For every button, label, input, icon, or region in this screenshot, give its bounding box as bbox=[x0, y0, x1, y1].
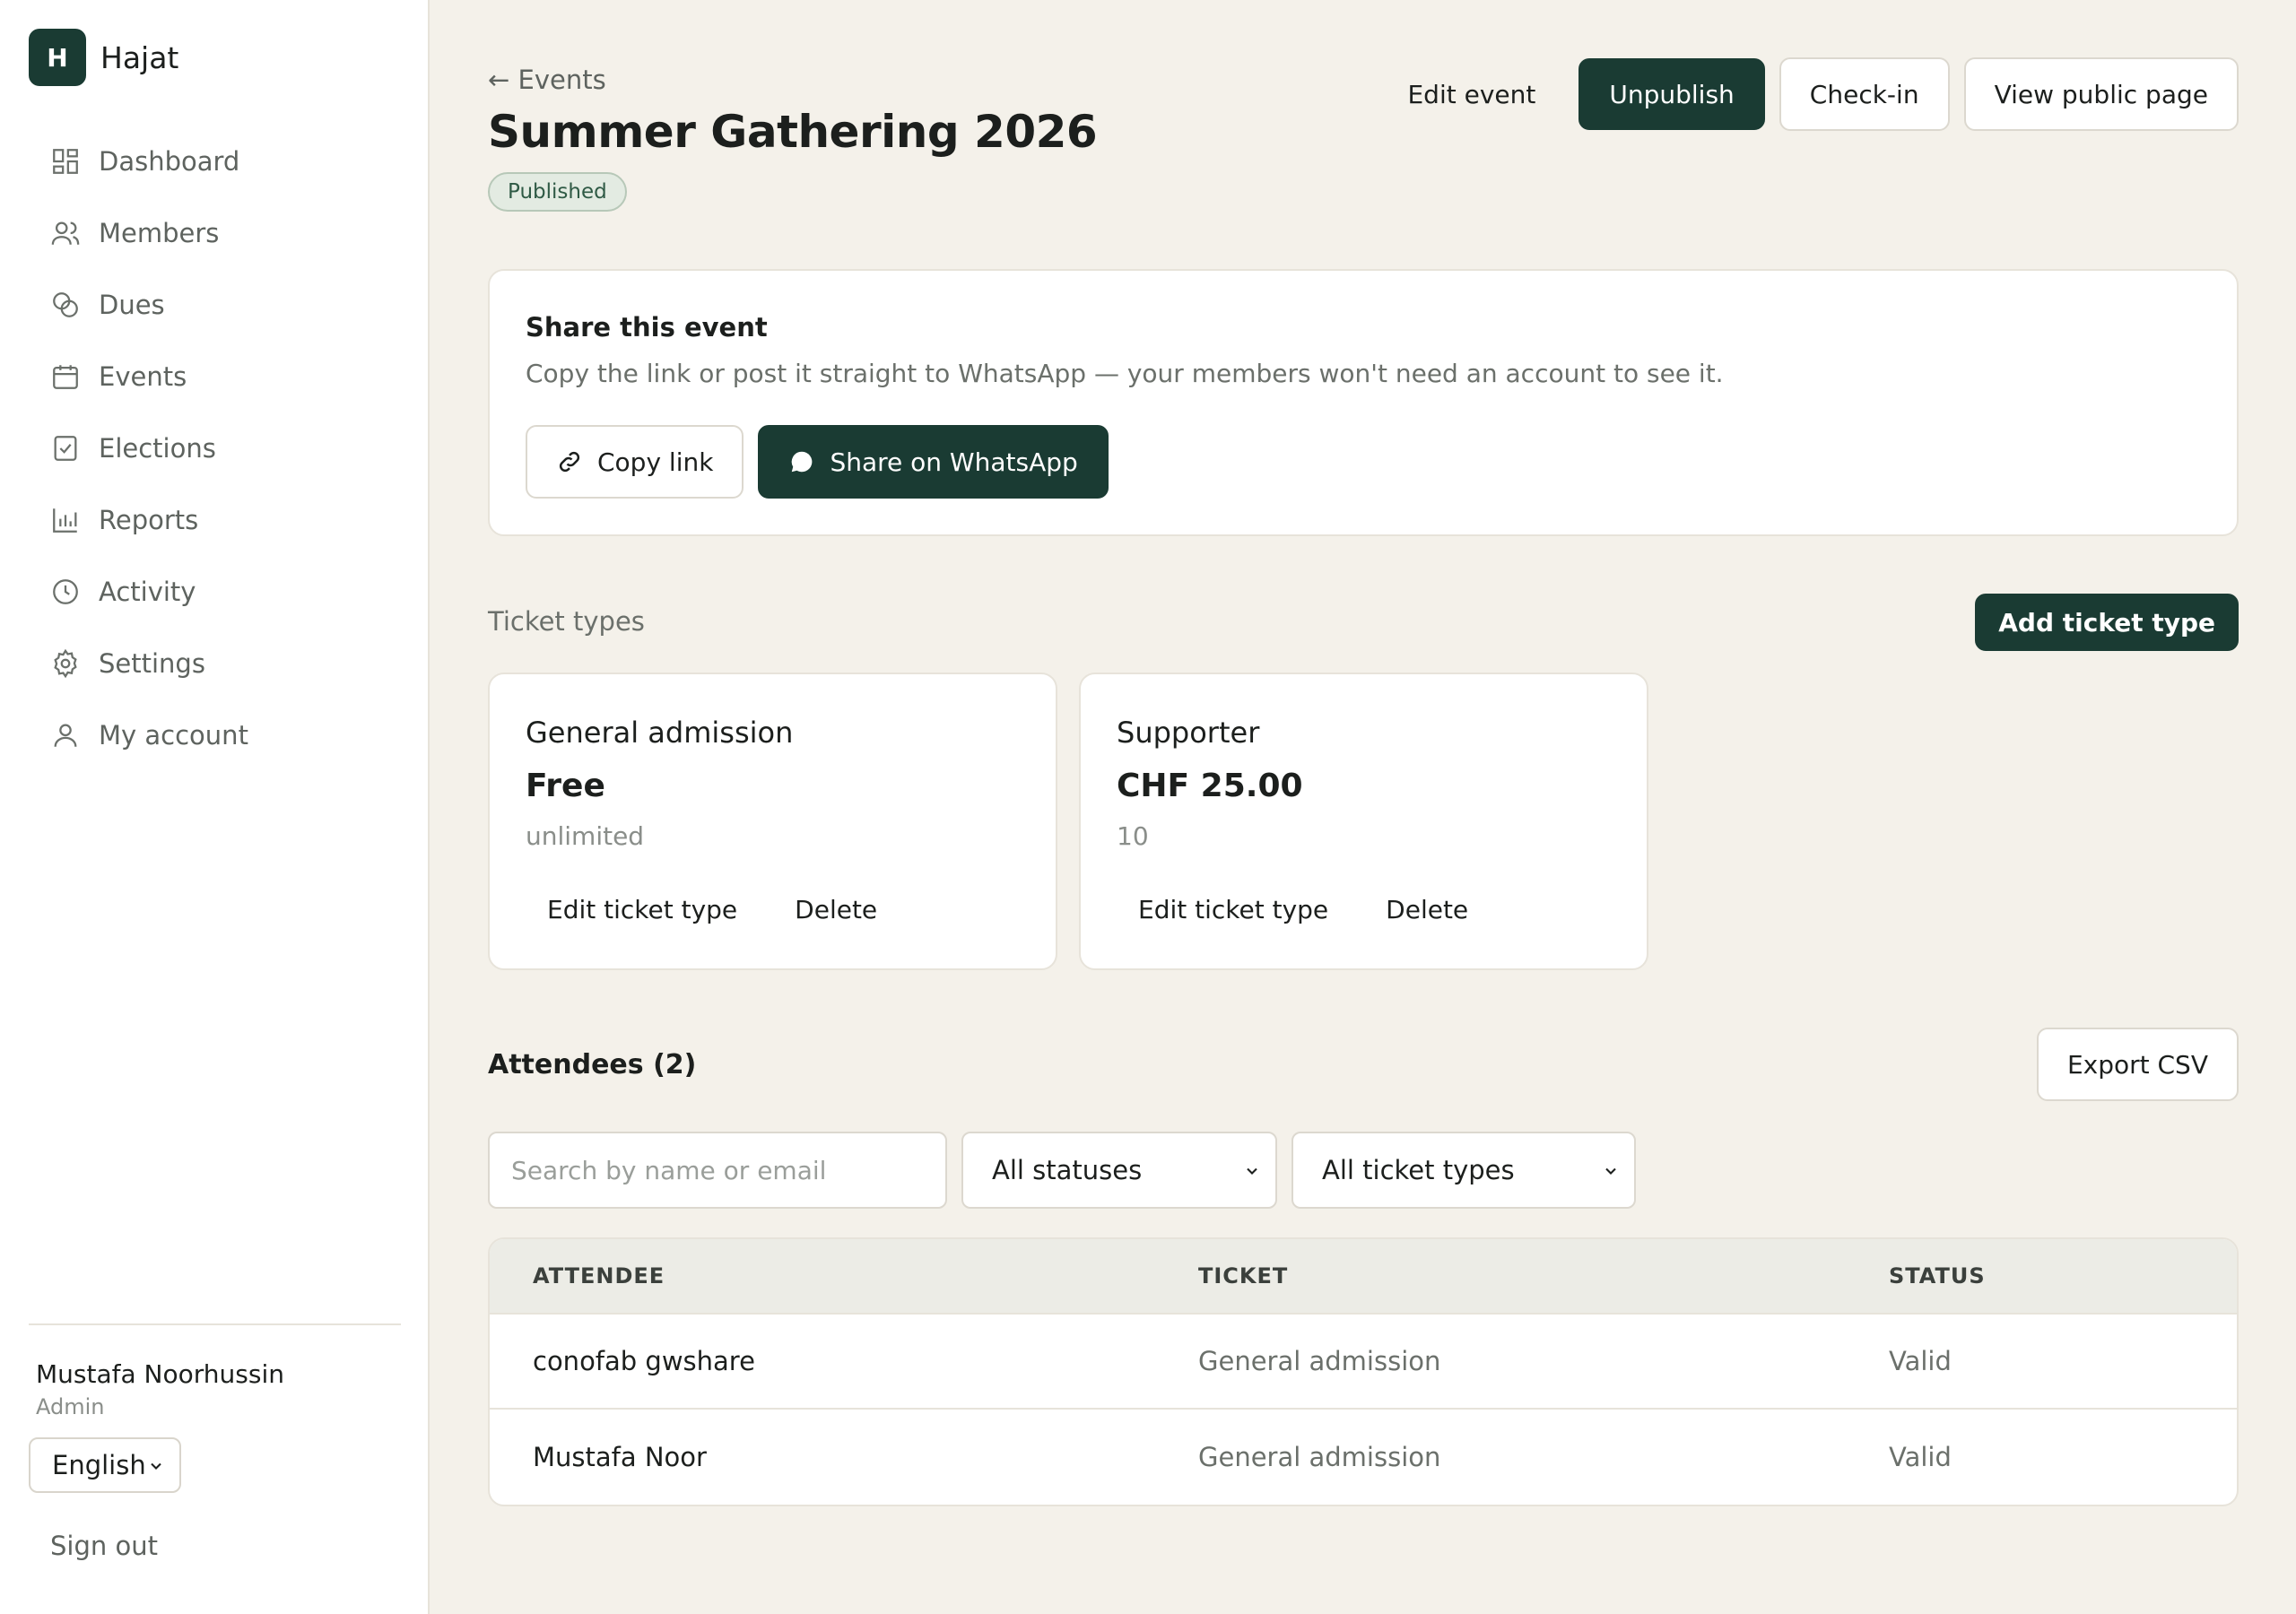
dues-icon bbox=[53, 292, 78, 317]
ticket-price: Free bbox=[526, 768, 605, 804]
copy-link-button[interactable]: Copy link bbox=[526, 425, 744, 499]
clock-icon bbox=[53, 579, 78, 604]
share-whatsapp-label: Share on WhatsApp bbox=[830, 447, 1078, 477]
chevron-down-icon bbox=[1605, 1167, 1616, 1175]
sidebar-footer: Mustafa Noorhussin Admin English Sign ou… bbox=[29, 1323, 401, 1561]
brand-logo: H bbox=[29, 29, 86, 86]
delete-ticket-type-button[interactable]: Delete bbox=[773, 882, 899, 936]
attendee-status: Valid bbox=[1889, 1346, 1952, 1376]
sidebar-item-label: Elections bbox=[99, 433, 216, 464]
gear-icon bbox=[54, 648, 77, 679]
sidebar-nav: Dashboard Members Dues Events Elections … bbox=[29, 126, 401, 771]
view-public-page-button[interactable]: View public page bbox=[1963, 57, 2239, 131]
sidebar: H Hajat Dashboard Members Dues Events El… bbox=[0, 0, 430, 1614]
ballot-icon bbox=[54, 436, 77, 461]
attendees-heading: Attendees (2) bbox=[488, 1049, 697, 1080]
sidebar-item-label: Dashboard bbox=[99, 146, 240, 177]
link-icon bbox=[559, 451, 580, 473]
user-icon bbox=[54, 724, 77, 747]
ticket-card: General admission Free unlimited Edit ti… bbox=[488, 672, 1057, 970]
column-header-ticket[interactable]: TICKET bbox=[1198, 1263, 1288, 1289]
chevron-down-icon bbox=[151, 1462, 161, 1470]
ticket-actions: Edit ticket type Delete bbox=[526, 882, 913, 936]
ticket-capacity: unlimited bbox=[526, 821, 645, 851]
sidebar-item-activity[interactable]: Activity bbox=[29, 556, 401, 628]
sign-out-link[interactable]: Sign out bbox=[50, 1531, 401, 1561]
sidebar-item-events[interactable]: Events bbox=[29, 341, 401, 412]
attendee-ticket: General admission bbox=[1198, 1346, 1441, 1376]
check-in-button[interactable]: Check-in bbox=[1779, 57, 1950, 131]
ticket-actions: Edit ticket type Delete bbox=[1117, 882, 1504, 936]
edit-ticket-type-button[interactable]: Edit ticket type bbox=[526, 882, 759, 936]
sidebar-item-reports[interactable]: Reports bbox=[29, 484, 401, 556]
share-description: Copy the link or post it straight to Wha… bbox=[526, 359, 1724, 388]
attendee-name: Mustafa Noor bbox=[533, 1442, 707, 1472]
sidebar-item-dues[interactable]: Dues bbox=[29, 269, 401, 341]
table-row[interactable]: conofab gwshare General admission Valid bbox=[490, 1315, 2237, 1410]
attendee-name: conofab gwshare bbox=[533, 1346, 755, 1376]
ticket-name: General admission bbox=[526, 716, 794, 750]
attendee-ticket: General admission bbox=[1198, 1442, 1441, 1472]
brand[interactable]: H Hajat bbox=[29, 29, 178, 86]
page-title: Summer Gathering 2026 bbox=[488, 106, 1098, 158]
calendar-icon bbox=[53, 365, 78, 389]
unpublish-button[interactable]: Unpublish bbox=[1578, 58, 1765, 130]
edit-event-button[interactable]: Edit event bbox=[1378, 57, 1564, 131]
brand-name: Hajat bbox=[100, 39, 179, 75]
ticket-card: Supporter CHF 25.00 10 Edit ticket type … bbox=[1079, 672, 1648, 970]
sidebar-item-label: Activity bbox=[99, 577, 196, 607]
delete-ticket-type-button[interactable]: Delete bbox=[1364, 882, 1490, 936]
sidebar-item-label: Reports bbox=[99, 505, 199, 535]
column-header-attendee[interactable]: ATTENDEE bbox=[533, 1263, 665, 1289]
attendee-status: Valid bbox=[1889, 1442, 1952, 1472]
sidebar-item-elections[interactable]: Elections bbox=[29, 412, 401, 484]
back-to-events-link[interactable]: ← Events bbox=[488, 65, 606, 95]
add-ticket-type-button[interactable]: Add ticket type bbox=[1975, 594, 2239, 651]
chat-bubble-icon bbox=[792, 451, 813, 473]
sidebar-item-label: Events bbox=[99, 361, 187, 392]
edit-ticket-type-button[interactable]: Edit ticket type bbox=[1117, 882, 1350, 936]
share-title: Share this event bbox=[526, 312, 768, 343]
sidebar-item-dashboard[interactable]: Dashboard bbox=[29, 126, 401, 197]
share-whatsapp-button[interactable]: Share on WhatsApp bbox=[758, 425, 1109, 499]
ticket-type-filter-select[interactable]: All ticket types bbox=[1292, 1132, 1636, 1209]
chevron-down-icon bbox=[1247, 1167, 1257, 1175]
attendee-search-input[interactable] bbox=[488, 1132, 947, 1209]
ticket-name: Supporter bbox=[1117, 716, 1260, 750]
status-filter-value: All statuses bbox=[992, 1155, 1143, 1185]
table-row[interactable]: Mustafa Noor General admission Valid bbox=[490, 1410, 2237, 1505]
attendee-filters: All statuses All ticket types bbox=[488, 1132, 1636, 1209]
column-header-status[interactable]: STATUS bbox=[1889, 1263, 1986, 1289]
sidebar-item-label: Settings bbox=[99, 648, 205, 679]
sidebar-item-label: Members bbox=[99, 218, 220, 248]
user-name: Mustafa Noorhussin bbox=[36, 1359, 284, 1389]
share-buttons: Copy link Share on WhatsApp bbox=[526, 425, 1123, 499]
ticket-price: CHF 25.00 bbox=[1117, 768, 1303, 804]
sidebar-item-label: My account bbox=[99, 720, 248, 751]
share-card: Share this event Copy the link or post i… bbox=[488, 269, 2239, 536]
export-csv-button[interactable]: Export CSV bbox=[2036, 1028, 2239, 1101]
status-filter-select[interactable]: All statuses bbox=[961, 1132, 1277, 1209]
table-header: ATTENDEE TICKET STATUS bbox=[490, 1239, 2237, 1315]
copy-link-label: Copy link bbox=[597, 447, 714, 477]
header-actions: Edit event Unpublish Check-in View publi… bbox=[1364, 57, 2239, 131]
ticket-capacity: 10 bbox=[1117, 821, 1149, 851]
ticket-types-heading: Ticket types bbox=[488, 606, 645, 637]
attendees-table: ATTENDEE TICKET STATUS conofab gwshare G… bbox=[488, 1237, 2239, 1506]
members-icon bbox=[51, 221, 80, 245]
ticket-type-filter-value: All ticket types bbox=[1322, 1155, 1515, 1185]
user-role: Admin bbox=[36, 1394, 105, 1419]
dashboard-icon bbox=[53, 149, 78, 174]
language-value: English bbox=[52, 1450, 146, 1480]
sidebar-item-label: Dues bbox=[99, 290, 165, 320]
bar-chart-icon bbox=[53, 508, 77, 533]
sidebar-item-my-account[interactable]: My account bbox=[29, 699, 401, 771]
sidebar-item-settings[interactable]: Settings bbox=[29, 628, 401, 699]
status-badge: Published bbox=[488, 172, 627, 212]
language-select[interactable]: English bbox=[29, 1437, 181, 1493]
sidebar-item-members[interactable]: Members bbox=[29, 197, 401, 269]
